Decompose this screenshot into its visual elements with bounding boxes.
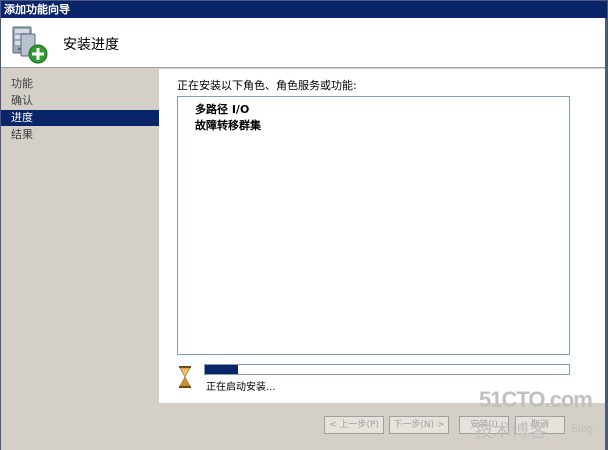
list-item: 故障转移群集 bbox=[195, 119, 261, 132]
progress-fill bbox=[205, 365, 238, 374]
page-title: 安装进度 bbox=[63, 37, 119, 53]
window-right-edge bbox=[605, 18, 607, 450]
sidebar-item-confirm[interactable]: 确认 bbox=[1, 93, 159, 109]
window-title: 添加功能向导 bbox=[4, 3, 70, 16]
sidebar-item-progress[interactable]: 进度 bbox=[1, 110, 159, 126]
watermark-logo: 51CTO.com 技术博客 Blog bbox=[471, 387, 607, 445]
watermark-blog: Blog bbox=[571, 423, 594, 435]
list-item: 多路径 I/O bbox=[195, 103, 250, 116]
main-panel: 正在安装以下角色、角色服务或功能: 多路径 I/O 故障转移群集 正在启动安装.… bbox=[159, 69, 607, 402]
sidebar-item-label: 结果 bbox=[11, 128, 33, 141]
watermark-main: 51CTO.com bbox=[479, 387, 593, 412]
prev-button[interactable]: < 上一步(P) bbox=[324, 416, 384, 434]
server-add-icon bbox=[12, 26, 48, 64]
sidebar-item-features[interactable]: 功能 bbox=[1, 76, 159, 92]
wizard-header: 安装进度 bbox=[1, 18, 607, 68]
watermark-sub: 技术博客 bbox=[475, 421, 547, 442]
wizard-sidebar: 功能 确认 进度 结果 bbox=[1, 69, 159, 450]
wizard-window: 添加功能向导 安装进度 功能 确认 进度 结果 正在安装以下角色、角色服务或功能… bbox=[0, 0, 608, 450]
install-progress-bar bbox=[204, 364, 570, 375]
title-bar: 添加功能向导 bbox=[1, 1, 607, 18]
sidebar-item-results[interactable]: 结果 bbox=[1, 127, 159, 143]
install-list[interactable]: 多路径 I/O 故障转移群集 bbox=[177, 96, 570, 355]
hourglass-icon bbox=[179, 366, 191, 388]
sidebar-item-label: 功能 bbox=[11, 77, 33, 90]
sidebar-item-label: 进度 bbox=[11, 111, 33, 124]
next-button[interactable]: 下一步(N) > bbox=[389, 416, 449, 434]
install-prompt: 正在安装以下角色、角色服务或功能: bbox=[177, 79, 357, 92]
sidebar-item-label: 确认 bbox=[11, 94, 33, 107]
status-text: 正在启动安装... bbox=[206, 382, 276, 393]
